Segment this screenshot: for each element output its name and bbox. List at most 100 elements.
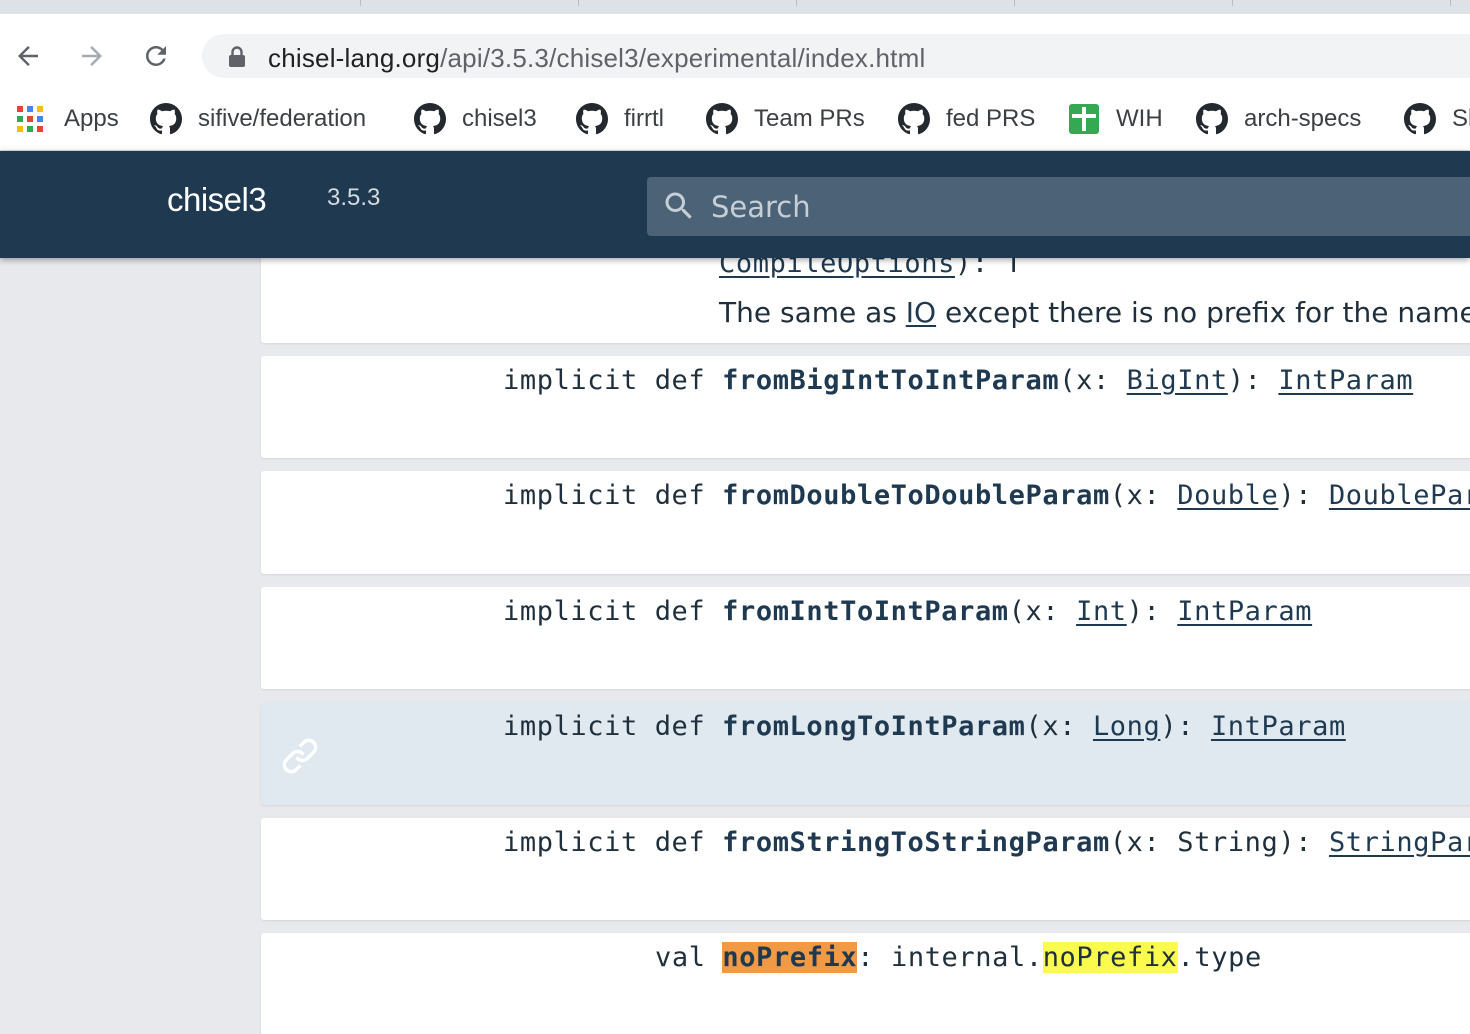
- modifier-text: implicit def: [503, 827, 723, 858]
- description-text: The same as: [719, 296, 906, 329]
- member-name[interactable]: fromIntToIntParam: [722, 596, 1009, 627]
- github-icon: [1404, 103, 1436, 135]
- signature-text: (x:: [1109, 827, 1178, 858]
- bookmark-apps[interactable]: Apps: [14, 100, 119, 138]
- io-link[interactable]: IO: [906, 296, 936, 329]
- bookmark-chisel3[interactable]: chisel3: [414, 100, 537, 138]
- tab-separator: [1014, 0, 1015, 6]
- signature-text: ):: [1227, 365, 1279, 396]
- url-text: chisel-lang.org/api/3.5.3/chisel3/experi…: [268, 43, 925, 74]
- back-button[interactable]: [8, 36, 48, 76]
- signature-text: internal.: [890, 942, 1043, 973]
- bookmark-label: WIH: [1116, 105, 1163, 132]
- bookmark-label: Apps: [64, 105, 119, 132]
- signature-text: :: [857, 942, 891, 973]
- github-icon: [150, 103, 182, 135]
- permalink-icon[interactable]: [279, 735, 321, 777]
- member-signature: implicit def fromStringToStringParam(x: …: [503, 827, 1470, 858]
- signature-text: ):: [1278, 480, 1329, 511]
- site-title[interactable]: chisel3: [167, 181, 267, 219]
- tab-separator: [1450, 0, 1451, 6]
- member-name[interactable]: fromLongToIntParam: [722, 711, 1025, 742]
- member-signature: implicit def fromIntToIntParam(x: Int): …: [503, 596, 1312, 627]
- return-type-link[interactable]: IntParam: [1211, 711, 1346, 742]
- address-bar[interactable]: chisel-lang.org/api/3.5.3/chisel3/experi…: [202, 34, 1470, 78]
- reload-icon: [146, 45, 166, 66]
- github-icon: [576, 103, 608, 135]
- reload-button[interactable]: [136, 36, 176, 76]
- type-link[interactable]: Long: [1093, 711, 1160, 742]
- github-icon: [1196, 103, 1228, 135]
- modifier-text: implicit def: [503, 480, 723, 511]
- signature-text: (x:: [1059, 365, 1127, 396]
- bookmark-arch-specs[interactable]: arch-specs: [1196, 100, 1361, 138]
- signature-text: ): T: [954, 258, 1023, 279]
- bookmark-label: arch-specs: [1244, 105, 1362, 132]
- bookmark-sl[interactable]: Sl: [1404, 100, 1470, 138]
- type-link[interactable]: Int: [1076, 596, 1127, 627]
- signature-text: (x:: [1025, 711, 1093, 742]
- sheets-icon: [1068, 103, 1100, 135]
- member-name[interactable]: fromDoubleToDoubleParam: [722, 480, 1110, 511]
- bookmark-wih[interactable]: WIH: [1068, 100, 1163, 138]
- back-arrow-icon: [18, 46, 38, 66]
- member-card[interactable]: implicit def fromStringToStringParam(x: …: [261, 818, 1470, 920]
- return-type-link[interactable]: IntParam: [1278, 365, 1413, 396]
- bookmark-label: sifive/federation: [198, 105, 367, 132]
- member-name[interactable]: fromBigIntToIntParam: [722, 365, 1059, 396]
- github-icon: [898, 103, 930, 135]
- type-link[interactable]: Double: [1177, 480, 1278, 511]
- return-type-link[interactable]: IntParam: [1177, 596, 1312, 627]
- member-card[interactable]: implicit def fromDoubleToDoubleParam(x: …: [261, 471, 1470, 574]
- member-signature: implicit def fromDoubleToDoubleParam(x: …: [503, 480, 1470, 511]
- member-name[interactable]: fromStringToStringParam: [722, 827, 1110, 858]
- bookmark-label: firrtl: [624, 105, 664, 132]
- return-type-link[interactable]: DoublePar: [1329, 480, 1470, 511]
- bookmark-sifive-federation[interactable]: sifive/federation: [150, 100, 366, 138]
- member-name-highlighted[interactable]: noPrefix: [722, 942, 858, 973]
- tab-separator: [578, 0, 579, 6]
- signature-text: .type: [1177, 942, 1262, 973]
- lock-icon[interactable]: [228, 46, 246, 68]
- description-text: except there is no prefix for the name o…: [944, 296, 1470, 329]
- modifier-text: implicit def: [503, 711, 723, 742]
- apps-grid-icon: [14, 103, 46, 135]
- member-card-hovered[interactable]: implicit def fromLongToIntParam(x: Long)…: [261, 702, 1470, 805]
- search-icon: [665, 192, 692, 219]
- signature-text: (x:: [1008, 596, 1077, 627]
- param-type: String: [1177, 827, 1279, 858]
- github-icon: [414, 103, 446, 135]
- member-signature: val noPrefix: internal.noPrefix.type: [655, 942, 1262, 973]
- member-description: The same as IO except there is no prefix…: [719, 296, 1470, 329]
- modifier-text: val: [655, 942, 723, 973]
- github-icon: [706, 103, 738, 135]
- bookmark-team-prs[interactable]: Team PRs: [706, 100, 865, 138]
- member-card[interactable]: val noPrefix: internal.noPrefix.type: [261, 933, 1470, 1034]
- url-domain: chisel-lang.org: [268, 43, 441, 73]
- type-link[interactable]: CompileOptions: [719, 258, 955, 279]
- signature-text: ):: [1160, 711, 1211, 742]
- bookmark-fed-prs[interactable]: fed PRS: [898, 100, 1035, 138]
- bookmark-label: Team PRs: [754, 105, 865, 132]
- modifier-text: implicit def: [503, 365, 723, 396]
- tab-separator: [796, 0, 797, 6]
- member-signature: CompileOptions): T: [719, 258, 1022, 279]
- bookmarks-bar: Apps sifive/federation chisel3 firrtl Te…: [0, 88, 1470, 151]
- signature-text: ):: [1126, 596, 1178, 627]
- search-input[interactable]: [709, 186, 1413, 228]
- search-match-highlight: noPrefix: [1042, 942, 1178, 973]
- member-card: CompileOptions): T The same as IO except…: [261, 258, 1470, 343]
- site-header: chisel3 3.5.3: [0, 151, 1470, 258]
- signature-text: (x:: [1109, 480, 1178, 511]
- member-card[interactable]: implicit def fromBigIntToIntParam(x: Big…: [261, 356, 1470, 458]
- bookmark-label: Sl: [1452, 105, 1470, 132]
- search-box[interactable]: [647, 177, 1470, 236]
- forward-button[interactable]: [72, 36, 112, 76]
- bookmark-firrtl[interactable]: firrtl: [576, 100, 664, 138]
- return-type-link[interactable]: StringPar: [1329, 827, 1470, 858]
- member-card[interactable]: implicit def fromIntToIntParam(x: Int): …: [261, 587, 1470, 689]
- type-link[interactable]: BigInt: [1127, 365, 1228, 396]
- tab-strip: [0, 0, 1470, 14]
- tab-separator: [360, 0, 361, 6]
- signature-text: ):: [1278, 827, 1329, 858]
